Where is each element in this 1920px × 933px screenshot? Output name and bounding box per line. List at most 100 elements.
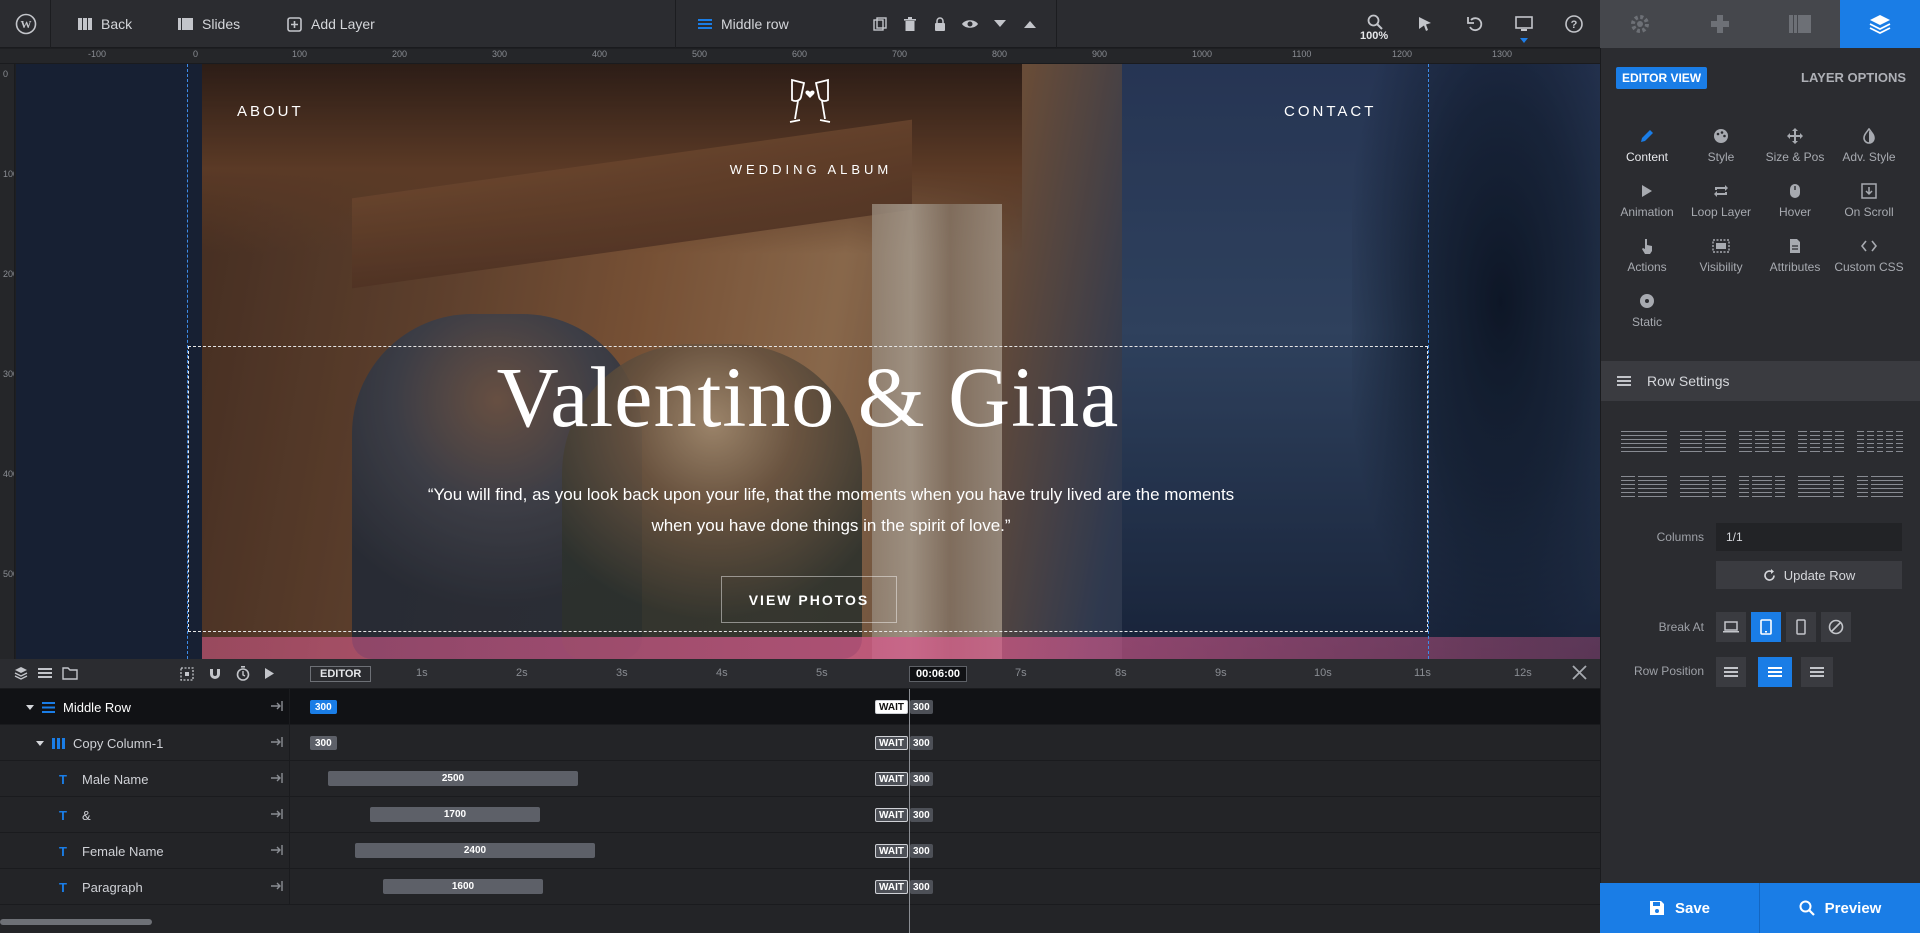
timeline-end-chip[interactable]: 300 xyxy=(910,880,933,894)
row-position-middle-button[interactable] xyxy=(1758,657,1792,687)
option-hover[interactable]: Hover xyxy=(1757,183,1833,229)
timeline-row-female-name[interactable]: T Female Name 2400 WAIT 300 xyxy=(0,833,1600,869)
enter-icon[interactable] xyxy=(270,736,284,748)
enter-icon[interactable] xyxy=(270,808,284,820)
option-loop-layer[interactable]: Loop Layer xyxy=(1683,183,1759,229)
cursor-icon[interactable] xyxy=(1413,12,1437,36)
timeline-duration-bar[interactable]: 2400 xyxy=(355,843,595,858)
timeline-row-middle-row[interactable]: Middle Row 300 WAIT 300 xyxy=(0,689,1600,725)
columns-input[interactable]: 1/1 xyxy=(1716,523,1902,551)
enter-icon[interactable] xyxy=(270,880,284,892)
timeline-row-ampersand[interactable]: T & 1700 WAIT 300 xyxy=(0,797,1600,833)
back-button[interactable]: Back xyxy=(78,0,132,48)
couple-title[interactable]: Valentino & Gina xyxy=(188,347,1428,447)
preview-button[interactable]: Preview xyxy=(1760,883,1920,933)
enter-icon[interactable] xyxy=(270,844,284,856)
row-position-bottom-button[interactable] xyxy=(1801,657,1833,687)
option-size-pos[interactable]: Size & Pos xyxy=(1757,128,1833,174)
timeline-end-chip[interactable]: 300 xyxy=(910,736,933,750)
layout-preset-5[interactable] xyxy=(1857,431,1903,453)
timeline-row-paragraph[interactable]: T Paragraph 1600 WAIT 300 xyxy=(0,869,1600,905)
timeline-row-male-name[interactable]: T Male Name 2500 WAIT 300 xyxy=(0,761,1600,797)
layout-preset-2[interactable] xyxy=(1680,431,1726,453)
layout-preset-10[interactable] xyxy=(1857,476,1903,498)
close-icon[interactable] xyxy=(1572,665,1587,680)
layout-preset-8[interactable] xyxy=(1739,476,1785,498)
option-actions[interactable]: Actions xyxy=(1609,238,1685,284)
layout-preset-9[interactable] xyxy=(1798,476,1844,498)
add-layer-button[interactable]: Add Layer xyxy=(287,0,375,48)
quote-paragraph[interactable]: “You will find, as you look back upon yo… xyxy=(416,479,1246,541)
folder-icon[interactable] xyxy=(62,666,78,680)
nav-about-link[interactable]: ABOUT xyxy=(237,103,304,120)
stopwatch-icon[interactable] xyxy=(236,666,250,681)
layout-preset-6[interactable] xyxy=(1621,476,1667,498)
option-content[interactable]: Content xyxy=(1609,128,1685,174)
timeline-duration-bar[interactable]: 1600 xyxy=(383,879,543,894)
timeline-end-chip[interactable]: 300 xyxy=(910,772,933,786)
caret-down-icon[interactable] xyxy=(36,740,44,746)
timeline-wait-chip[interactable]: WAIT xyxy=(875,736,908,750)
timeline-wait-chip[interactable]: WAIT xyxy=(875,808,908,822)
update-row-button[interactable]: Update Row xyxy=(1716,561,1902,589)
timeline-duration-bar[interactable]: 2500 xyxy=(328,771,578,786)
move-down-icon[interactable] xyxy=(988,12,1012,36)
break-tablet-button[interactable] xyxy=(1751,612,1781,642)
timeline-start-chip[interactable]: 300 xyxy=(310,736,337,750)
slide-canvas[interactable]: ABOUT CONTACT WEDDING ALBUM Valentino & … xyxy=(16,64,1600,659)
timeline-start-chip[interactable]: 300 xyxy=(310,700,337,714)
timeline-wait-chip[interactable]: WAIT xyxy=(875,700,908,714)
option-attributes[interactable]: Attributes xyxy=(1757,238,1833,284)
editor-view-badge[interactable]: EDITOR VIEW xyxy=(1616,67,1708,89)
tab-navigation[interactable] xyxy=(1680,0,1760,48)
timeline-wait-chip[interactable]: WAIT xyxy=(875,772,908,786)
enter-icon[interactable] xyxy=(270,700,284,712)
timeline-wait-chip[interactable]: WAIT xyxy=(875,880,908,894)
trash-icon[interactable] xyxy=(898,12,922,36)
option-adv-style[interactable]: Adv. Style xyxy=(1831,128,1907,174)
timeline-end-chip[interactable]: 300 xyxy=(910,808,933,822)
eye-icon[interactable] xyxy=(958,12,982,36)
caret-down-icon[interactable] xyxy=(26,704,34,710)
row-settings-header[interactable]: Row Settings xyxy=(1601,361,1920,401)
break-desktop-button[interactable] xyxy=(1716,612,1746,642)
save-button[interactable]: Save xyxy=(1600,883,1760,933)
layer-options-label[interactable]: LAYER OPTIONS xyxy=(1801,70,1906,85)
option-style[interactable]: Style xyxy=(1683,128,1759,174)
layout-preset-3[interactable] xyxy=(1739,431,1785,453)
layout-preset-4[interactable] xyxy=(1798,431,1844,453)
row-position-top-button[interactable] xyxy=(1716,657,1746,687)
nav-contact-link[interactable]: CONTACT xyxy=(1284,103,1376,120)
timeline-duration-bar[interactable]: 1700 xyxy=(370,807,540,822)
enter-icon[interactable] xyxy=(270,772,284,784)
grid-select-icon[interactable] xyxy=(180,666,194,681)
option-on-scroll[interactable]: On Scroll xyxy=(1831,183,1907,229)
move-up-icon[interactable] xyxy=(1018,12,1042,36)
lock-icon[interactable] xyxy=(928,12,952,36)
undo-icon[interactable] xyxy=(1463,12,1487,36)
desktop-icon[interactable] xyxy=(1512,12,1536,36)
break-mobile-button[interactable] xyxy=(1786,612,1816,642)
layers-small-icon[interactable] xyxy=(14,666,28,680)
timeline-scrollbar[interactable] xyxy=(0,919,152,925)
timeline-editor-label[interactable]: EDITOR xyxy=(310,666,372,682)
timeline-playhead[interactable] xyxy=(909,689,910,933)
break-none-button[interactable] xyxy=(1821,612,1851,642)
timeline-end-chip[interactable]: 300 xyxy=(910,844,933,858)
view-photos-button[interactable]: VIEW PHOTOS xyxy=(721,576,897,623)
option-static[interactable]: Static xyxy=(1609,293,1685,339)
wordpress-icon[interactable]: W xyxy=(14,12,38,36)
timeline-end-chip[interactable]: 300 xyxy=(910,700,933,714)
selected-layer-indicator[interactable]: Middle row xyxy=(698,0,789,48)
tab-settings[interactable] xyxy=(1600,0,1680,48)
layout-preset-7[interactable] xyxy=(1680,476,1726,498)
option-visibility[interactable]: Visibility xyxy=(1683,238,1759,284)
play-timeline-icon[interactable] xyxy=(264,666,275,681)
duplicate-icon[interactable] xyxy=(868,12,892,36)
timeline-row-copy-column[interactable]: Copy Column-1 300 WAIT 300 xyxy=(0,725,1600,761)
option-custom-css[interactable]: Custom CSS xyxy=(1831,238,1907,284)
magnet-icon[interactable] xyxy=(208,666,222,681)
tab-layers[interactable] xyxy=(1840,0,1920,48)
layout-preset-1[interactable] xyxy=(1621,431,1667,453)
tab-slides[interactable] xyxy=(1760,0,1840,48)
